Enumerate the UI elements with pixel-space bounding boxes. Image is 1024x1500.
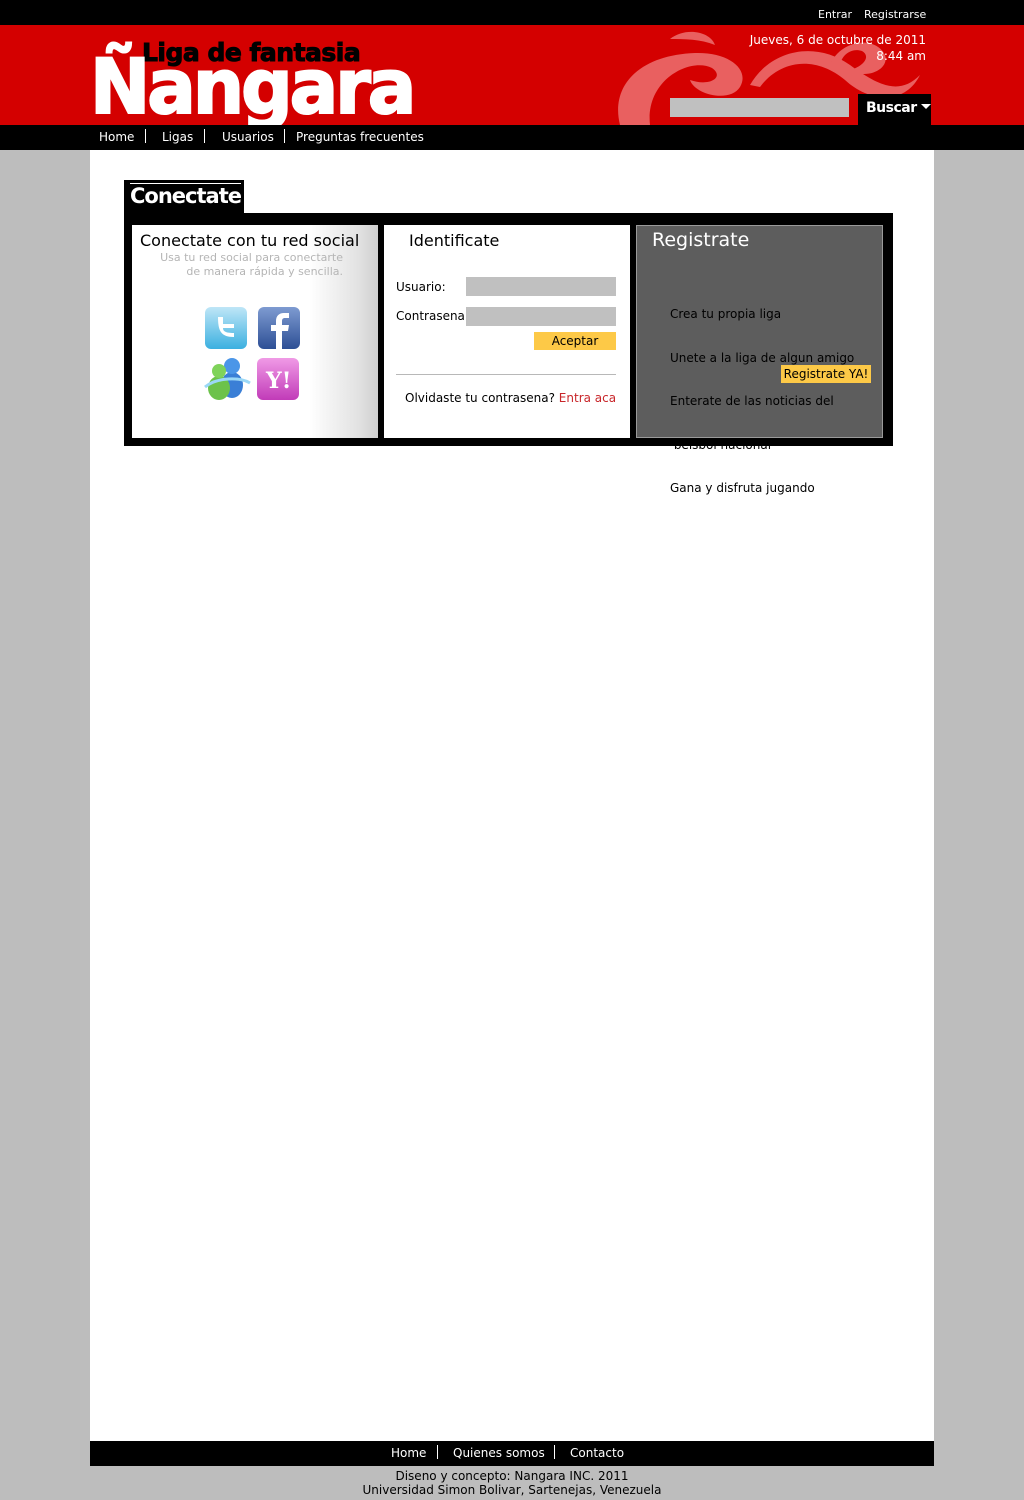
connect-tab-title: Conectate [124, 180, 244, 215]
list-item: Gana y disfruta jugando [670, 481, 815, 495]
list-item: Unete a la liga de algun amigo [670, 350, 855, 365]
username-field[interactable] [466, 277, 616, 296]
list-item: Enterate de las noticias del [670, 394, 834, 408]
login-panel: Identificate Usuario: Contrasena: Acepta… [384, 225, 630, 438]
footer-separator [437, 1445, 438, 1459]
register-benefits: Crea tu propia liga Unete a la liga de a… [670, 278, 854, 525]
nav-item-usuarios[interactable]: Usuarios [222, 130, 274, 144]
nav-item-home[interactable]: Home [99, 130, 134, 144]
credits-line: Universidad Simon Bolivar, Sartenejas, V… [362, 1483, 662, 1497]
date-time: Jueves, 6 de octubre de 2011 8:44 am [750, 32, 926, 64]
register-title: Registrate [652, 229, 750, 251]
social-subtitle-line: Usa tu red social para conectarte [160, 251, 343, 264]
footer-nav: Home Quienes somos Contacto [90, 1441, 934, 1466]
twitter-icon[interactable] [205, 307, 247, 349]
logo-name: Ñangara [89, 42, 417, 125]
main-nav: Home Ligas Usuarios Preguntas frecuentes [0, 125, 1024, 150]
current-date: Jueves, 6 de octubre de 2011 [749, 33, 926, 47]
social-title: Conectate con tu red social [140, 231, 360, 250]
forgot-password-text: Olvidaste tu contrasena? [405, 391, 555, 405]
current-time: 8:44 am [876, 49, 926, 63]
chevron-down-icon [920, 103, 931, 109]
forgot-password: Olvidaste tu contrasena? Entra aca [405, 391, 616, 405]
footer-link-about[interactable]: Quienes somos [453, 1446, 545, 1460]
connect-panel: Conectate con tu red social Usa tu red s… [124, 213, 893, 495]
nav-separator [284, 129, 285, 143]
footer-link-contact[interactable]: Contacto [570, 1446, 624, 1460]
yahoo-icon[interactable]: Y! [257, 358, 299, 400]
facebook-icon[interactable] [258, 307, 300, 349]
social-subtitle: Usa tu red social para conectarte de man… [160, 251, 343, 279]
register-now-button[interactable]: Registrate YA! [781, 365, 871, 383]
login-link[interactable]: Entrar [818, 8, 852, 21]
svg-text:Y!: Y! [265, 368, 291, 394]
credits-line: Diseno y concepto: Nangara INC. 2011 [395, 1469, 629, 1483]
search-button-label: Buscar [866, 100, 917, 116]
register-link[interactable]: Registrarse [864, 8, 926, 21]
header: Liga de fantasia Ñangara Jueves, 6 de oc… [0, 25, 1024, 125]
list-item: Crea tu propia liga [670, 307, 782, 321]
register-panel: Registrate Crea tu propia liga Unete a l… [636, 225, 883, 495]
nav-item-ligas[interactable]: Ligas [162, 130, 193, 144]
nav-separator [204, 129, 205, 143]
footer-credits: Diseno y concepto: Nangara INC. 2011 Uni… [0, 1469, 1024, 1497]
top-bar: Entrar Registrarse [0, 0, 1024, 25]
password-label: Contrasena: [396, 309, 469, 323]
accept-button[interactable]: Aceptar [534, 332, 616, 350]
footer-link-home[interactable]: Home [391, 1446, 426, 1460]
social-login-panel: Conectate con tu red social Usa tu red s… [132, 225, 378, 438]
nav-separator [145, 129, 146, 143]
connect-tab-label: Conectate [130, 183, 242, 208]
nav-item-faq[interactable]: Preguntas frecuentes [296, 130, 424, 144]
messenger-icon[interactable] [202, 357, 252, 403]
forgot-password-link[interactable]: Entra aca [559, 391, 616, 405]
password-field[interactable] [466, 307, 616, 326]
search-button[interactable]: Buscar [858, 94, 931, 125]
list-item: beisbol nacional [670, 437, 772, 452]
login-divider [396, 374, 616, 375]
site-logo[interactable]: Liga de fantasia Ñangara [89, 31, 417, 126]
username-label: Usuario: [396, 280, 446, 294]
social-subtitle-line: de manera rápida y sencilla. [186, 265, 343, 278]
login-title: Identificate [409, 231, 500, 250]
footer-separator [554, 1445, 555, 1459]
search-input[interactable] [670, 98, 849, 117]
